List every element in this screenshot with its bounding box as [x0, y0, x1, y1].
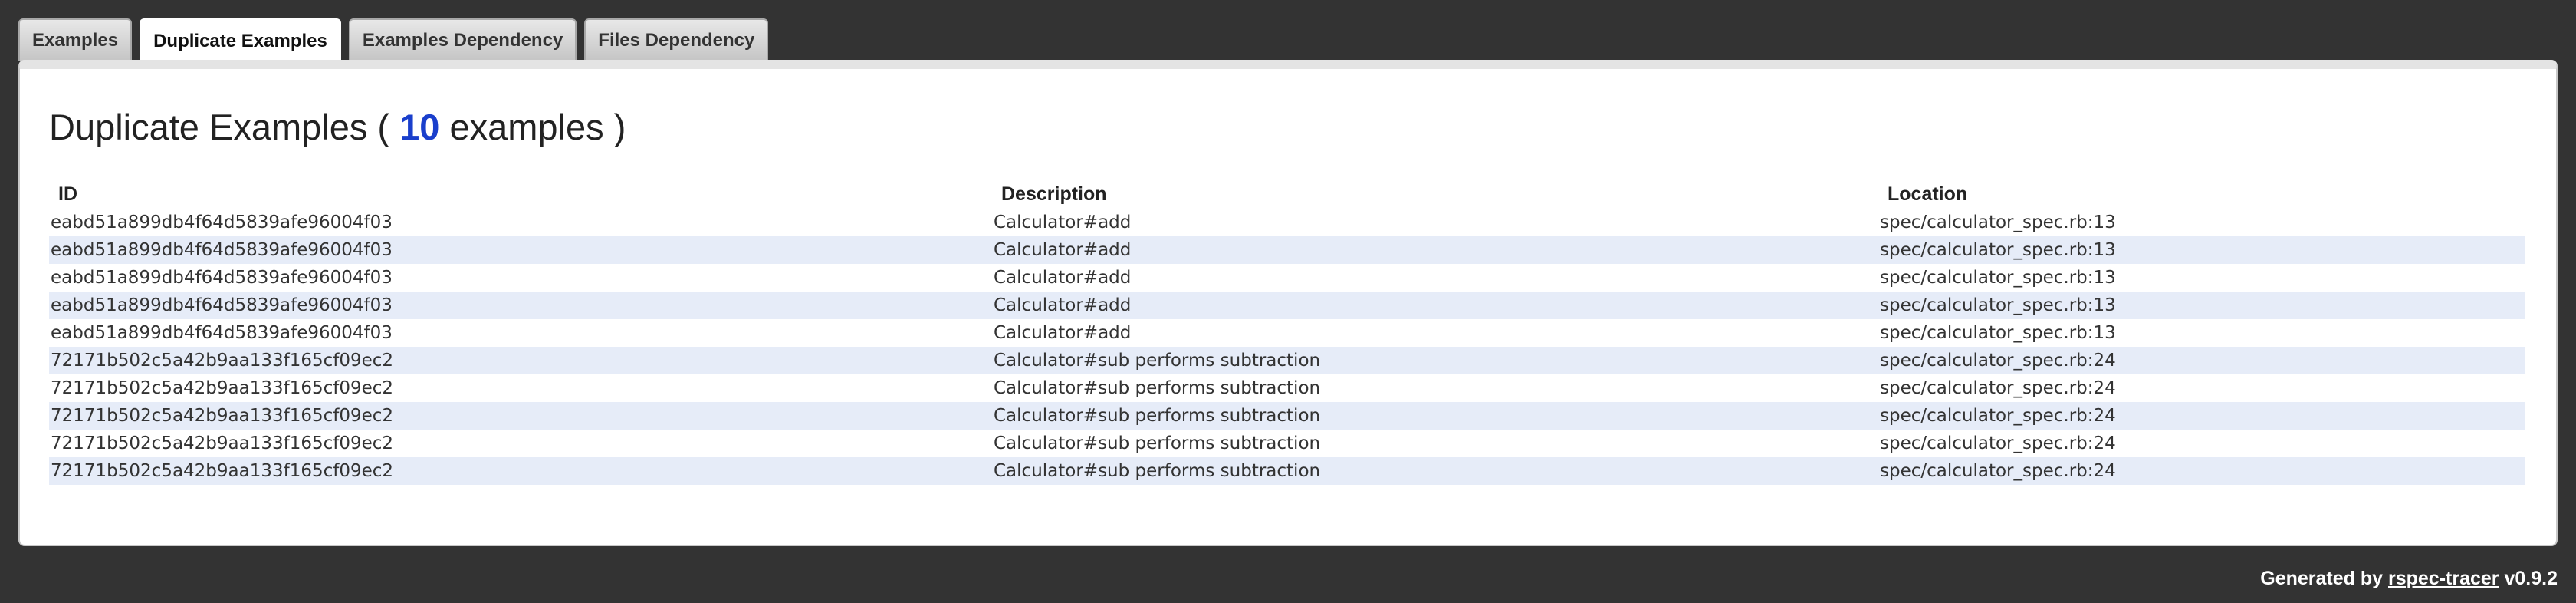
cell-id: eabd51a899db4f64d5839afe96004f03: [51, 213, 393, 232]
cell-location: spec/calculator_spec.rb:13: [1880, 323, 2116, 343]
cell-description: Calculator#sub performs subtraction: [994, 378, 1321, 398]
cell-description: Calculator#sub performs subtraction: [992, 402, 1878, 430]
cell-location: spec/calculator_spec.rb:13: [1880, 268, 2116, 288]
cell-description: Calculator#sub performs subtraction: [994, 433, 1321, 453]
cell-location: spec/calculator_spec.rb:24: [1878, 457, 2525, 485]
cell-location: spec/calculator_spec.rb:24: [1878, 347, 2525, 374]
tab-examples-dependency[interactable]: Examples Dependency: [348, 18, 577, 61]
cell-id: 72171b502c5a42b9aa133f165cf09ec2: [51, 433, 394, 453]
title-prefix: Duplicate Examples (: [49, 107, 390, 147]
cell-description: Calculator#sub performs subtraction: [992, 347, 1878, 374]
column-header-id[interactable]: ID: [49, 178, 992, 209]
table-row: 72171b502c5a42b9aa133f165cf09ec2 Calcula…: [49, 347, 2525, 374]
cell-description: Calculator#add: [992, 292, 1878, 319]
cell-description: Calculator#sub performs subtraction: [992, 457, 1878, 485]
cell-id: 72171b502c5a42b9aa133f165cf09ec2: [49, 457, 992, 485]
cell-location: spec/calculator_spec.rb:13: [1878, 292, 2525, 319]
table-row: eabd51a899db4f64d5839afe96004f03 Calcula…: [49, 292, 2525, 319]
cell-id: 72171b502c5a42b9aa133f165cf09ec2: [51, 378, 394, 398]
table-row: eabd51a899db4f64d5839afe96004f03 Calcula…: [49, 236, 2525, 264]
footer-credit: Generated by rspec-tracer v0.9.2: [2260, 568, 2558, 590]
table-row: 72171b502c5a42b9aa133f165cf09ec2 Calcula…: [49, 374, 2525, 402]
column-header-location[interactable]: Location: [1878, 178, 2525, 209]
table-row: eabd51a899db4f64d5839afe96004f03 Calcula…: [49, 319, 2525, 347]
cell-description: Calculator#add: [992, 236, 1878, 264]
table-row: 72171b502c5a42b9aa133f165cf09ec2 Calcula…: [49, 457, 2525, 485]
cell-description: Calculator#add: [994, 323, 1132, 343]
tab-files-dependency[interactable]: Files Dependency: [584, 18, 769, 61]
rspec-tracer-link[interactable]: rspec-tracer: [2388, 568, 2499, 589]
tab-duplicate-examples[interactable]: Duplicate Examples: [140, 18, 341, 63]
footer-prefix: Generated by: [2260, 568, 2384, 589]
cell-id: 72171b502c5a42b9aa133f165cf09ec2: [49, 402, 992, 430]
cell-id: eabd51a899db4f64d5839afe96004f03: [51, 268, 393, 288]
table-row: eabd51a899db4f64d5839afe96004f03 Calcula…: [49, 209, 2525, 236]
title-suffix: examples ): [449, 107, 626, 147]
cell-description: Calculator#add: [994, 268, 1132, 288]
table-row: eabd51a899db4f64d5839afe96004f03 Calcula…: [49, 264, 2525, 292]
cell-description: Calculator#add: [994, 213, 1132, 232]
page-title: Duplicate Examples ( 10 examples ): [49, 106, 626, 149]
cell-id: eabd51a899db4f64d5839afe96004f03: [49, 236, 992, 264]
cell-location: spec/calculator_spec.rb:13: [1880, 213, 2116, 232]
table-row: 72171b502c5a42b9aa133f165cf09ec2 Calcula…: [49, 430, 2525, 457]
example-count: 10: [399, 107, 440, 147]
cell-id: eabd51a899db4f64d5839afe96004f03: [49, 292, 992, 319]
cell-location: spec/calculator_spec.rb:24: [1880, 433, 2116, 453]
cell-location: spec/calculator_spec.rb:24: [1878, 402, 2525, 430]
tab-bar: Examples Duplicate Examples Examples Dep…: [18, 18, 769, 63]
cell-location: spec/calculator_spec.rb:13: [1878, 236, 2525, 264]
content-panel: Duplicate Examples ( 10 examples ) ID De…: [18, 60, 2558, 546]
cell-id: eabd51a899db4f64d5839afe96004f03: [51, 323, 393, 343]
duplicate-examples-table: ID Description Location eabd51a899db4f64…: [49, 178, 2525, 485]
table-row: 72171b502c5a42b9aa133f165cf09ec2 Calcula…: [49, 402, 2525, 430]
cell-id: 72171b502c5a42b9aa133f165cf09ec2: [49, 347, 992, 374]
cell-location: spec/calculator_spec.rb:24: [1880, 378, 2116, 398]
footer-version: v0.9.2: [2504, 568, 2558, 589]
table-header-row: ID Description Location: [49, 178, 2525, 209]
duplicate-examples-table-wrap: ID Description Location eabd51a899db4f64…: [49, 178, 2525, 485]
tab-examples[interactable]: Examples: [18, 18, 133, 61]
column-header-description[interactable]: Description: [992, 178, 1878, 209]
